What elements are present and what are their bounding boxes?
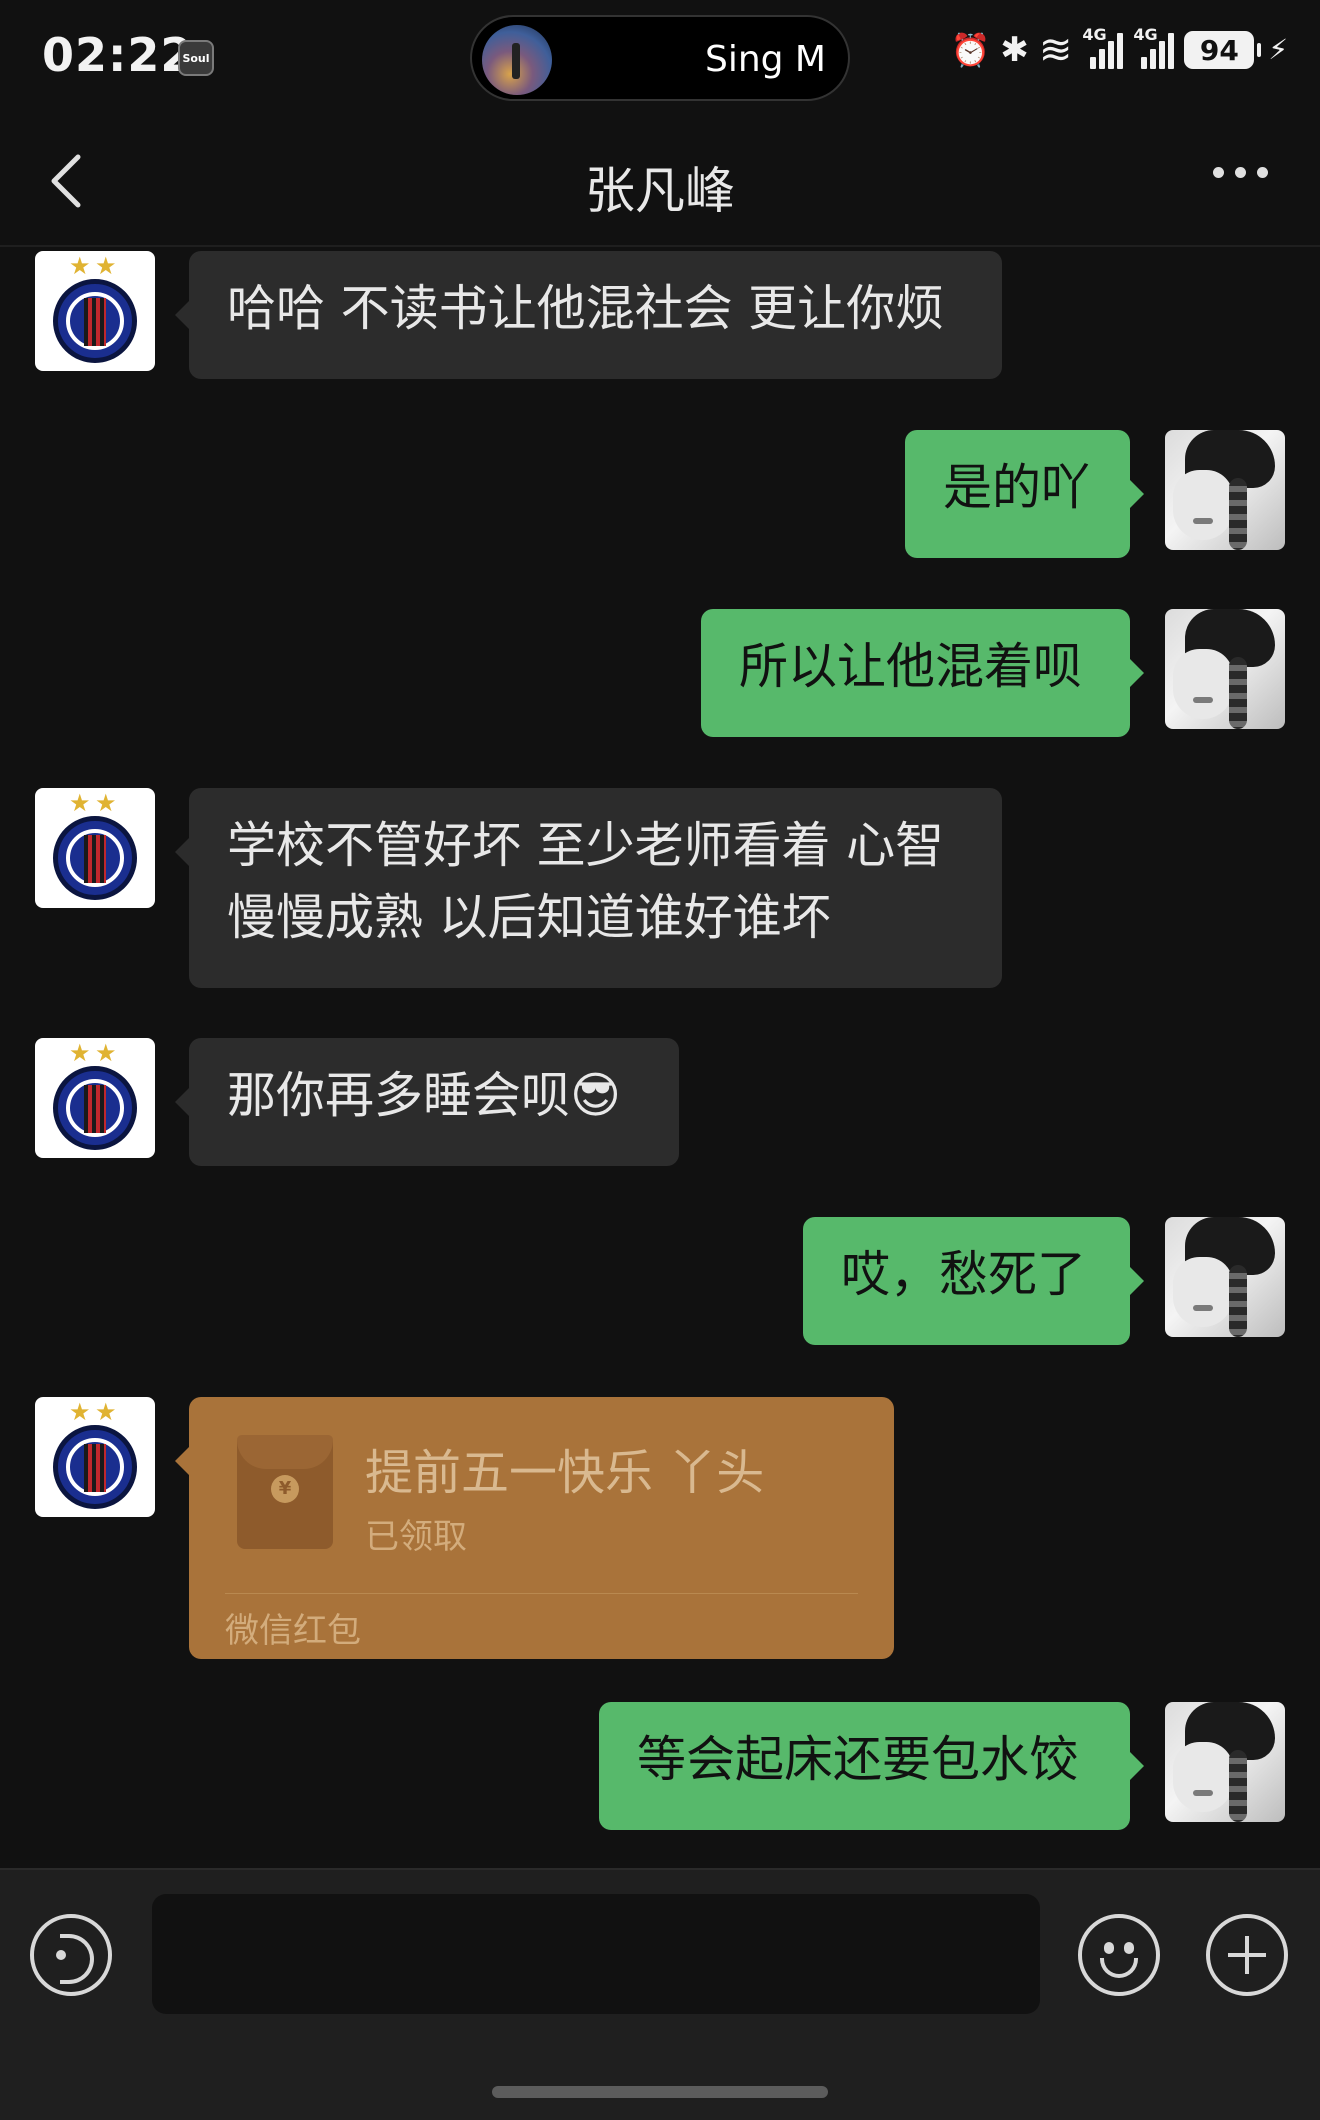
message-bubble-outgoing[interactable]: 所以让他混着呗: [701, 609, 1144, 737]
red-packet-footer: 微信红包: [225, 1611, 361, 1651]
charging-icon: ⚡: [1268, 33, 1288, 66]
chat-title: 张凡峰: [585, 162, 735, 220]
inter-logo-icon: [53, 279, 137, 363]
message-text: 那你再多睡会呗: [227, 1067, 571, 1124]
inter-logo-icon: [53, 816, 137, 900]
input-bar: [0, 1868, 1320, 2120]
plus-icon[interactable]: [1206, 1914, 1288, 1996]
voice-icon[interactable]: [30, 1914, 112, 1996]
red-packet-title: 提前五一快乐 丫头: [365, 1445, 765, 1501]
contact-avatar[interactable]: ★ ★: [35, 251, 155, 371]
home-indicator[interactable]: [492, 2086, 828, 2098]
soul-app-badge: Soul: [178, 40, 214, 76]
message-bubble-incoming[interactable]: 哈哈 不读书让他混社会 更让你烦: [175, 251, 1002, 379]
user-avatar[interactable]: [1165, 430, 1285, 550]
message-input[interactable]: [152, 1894, 1040, 2014]
signal-icon-2: 4G: [1133, 25, 1175, 69]
chat-header: 张凡峰: [0, 115, 1320, 247]
status-time: 02:22: [42, 28, 194, 82]
now-playing-text: Sing M: [704, 39, 826, 80]
battery-icon: 94: [1184, 31, 1262, 69]
message-list[interactable]: ★ ★ 哈哈 不读书让他混社会 更让你烦 是的吖 所以让他混着呗 ★ ★ 学校不管好…: [0, 247, 1320, 1867]
dynamic-island-music[interactable]: Sing M: [470, 15, 850, 101]
message-bubble-incoming[interactable]: 学校不管好坏 至少老师看着 心智 慢慢成熟 以后知道谁好谁坏: [175, 788, 1002, 988]
inter-logo-icon: [53, 1066, 137, 1150]
red-packet-divider: [225, 1593, 858, 1594]
user-avatar[interactable]: [1165, 1217, 1285, 1337]
status-bar: 02:22 Soul Sing M ⏰ ✱ ≋ 4G 4G 94 ⚡: [0, 0, 1320, 115]
user-avatar[interactable]: [1165, 1702, 1285, 1822]
status-icons: ⏰ ✱ ≋ 4G 4G 94 ⚡: [950, 25, 1288, 73]
red-packet-status: 已领取: [365, 1517, 467, 1557]
user-avatar[interactable]: [1165, 609, 1285, 729]
red-packet-message[interactable]: ¥ 提前五一快乐 丫头 已领取 微信红包: [175, 1397, 894, 1659]
message-bubble-outgoing[interactable]: 等会起床还要包水饺: [599, 1702, 1144, 1830]
message-line: 慢慢成熟 以后知道谁好谁坏: [227, 889, 831, 946]
message-line: 学校不管好坏 至少老师看着 心智: [227, 817, 945, 874]
contact-avatar[interactable]: ★ ★: [35, 788, 155, 908]
contact-avatar[interactable]: ★ ★: [35, 1038, 155, 1158]
wifi-icon: ≋: [1038, 27, 1073, 73]
sunglasses-emoji-icon: 😎: [570, 1067, 622, 1124]
message-bubble-incoming[interactable]: 那你再多睡会呗😎: [175, 1038, 679, 1166]
album-art-icon: [482, 25, 552, 95]
message-bubble-outgoing[interactable]: 是的吖: [905, 430, 1144, 558]
emoji-icon[interactable]: [1078, 1914, 1160, 1996]
bluetooth-icon: ✱: [1000, 30, 1029, 70]
signal-icon-1: 4G: [1082, 25, 1124, 69]
message-bubble-outgoing[interactable]: 哎，愁死了: [803, 1217, 1144, 1345]
alarm-icon: ⏰: [950, 31, 991, 69]
red-packet-icon: ¥: [237, 1435, 333, 1549]
inter-logo-icon: [53, 1425, 137, 1509]
contact-avatar[interactable]: ★ ★: [35, 1397, 155, 1517]
more-dots-icon[interactable]: [1213, 167, 1268, 178]
